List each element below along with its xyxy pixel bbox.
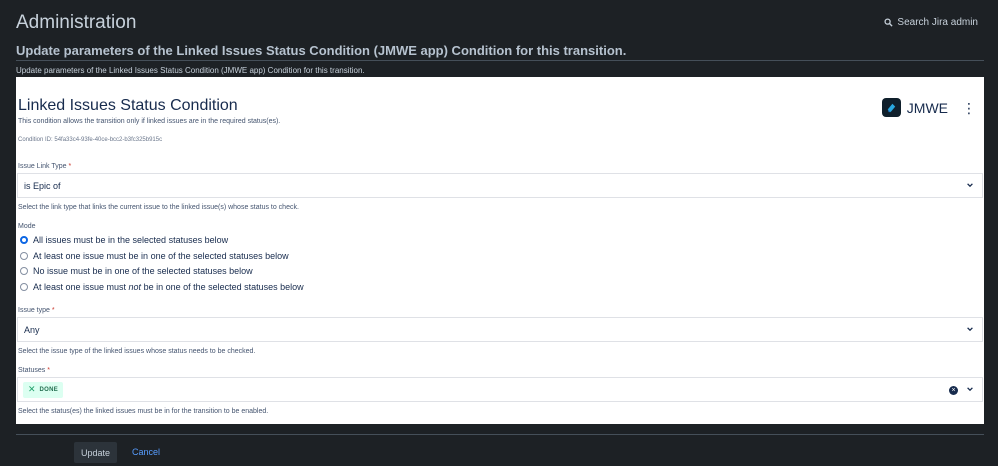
- mode-option-all[interactable]: All issues must be in the selected statu…: [20, 235, 228, 245]
- radio[interactable]: [20, 283, 28, 291]
- divider: [16, 60, 984, 61]
- clear-icon[interactable]: ×: [949, 386, 958, 395]
- issue-link-type-help: Select the link type that links the curr…: [18, 204, 299, 211]
- app-brand: JMWE ⋮: [881, 98, 976, 117]
- update-button[interactable]: Update: [74, 442, 118, 463]
- issue-link-type-value: is Epic of: [24, 180, 61, 191]
- condition-config-panel: Linked Issues Status Condition This cond…: [16, 77, 984, 424]
- mode-label: Mode: [18, 223, 36, 230]
- panel-title: Linked Issues Status Condition: [18, 97, 238, 114]
- radio[interactable]: [20, 252, 28, 260]
- mode-option-at-least-one[interactable]: At least one issue must be in one of the…: [20, 251, 289, 261]
- page-heading: Update parameters of the Linked Issues S…: [16, 43, 627, 58]
- divider: [16, 434, 984, 435]
- required-marker: *: [47, 367, 50, 374]
- issue-link-type-select[interactable]: is Epic of: [17, 173, 983, 198]
- radio-selected[interactable]: [20, 236, 28, 244]
- radio[interactable]: [20, 267, 28, 275]
- issue-type-select[interactable]: Any: [17, 317, 983, 342]
- issue-type-label: Issue type *: [18, 307, 55, 314]
- panel-description: This condition allows the transition onl…: [18, 118, 281, 125]
- mode-option-at-least-one-not[interactable]: At least one issue must not be in one of…: [20, 282, 304, 292]
- issue-type-value: Any: [24, 324, 40, 335]
- page-description: Update parameters of the Linked Issues S…: [16, 66, 365, 75]
- statuses-multiselect[interactable]: ✕ DONE ×: [17, 377, 983, 402]
- cancel-link[interactable]: Cancel: [132, 447, 160, 457]
- issue-link-type-label: Issue Link Type *: [18, 163, 72, 170]
- status-tag-done: ✕ DONE: [23, 381, 64, 398]
- jmwe-logo-icon: [881, 98, 901, 117]
- page-title: Administration: [16, 12, 137, 33]
- more-options-icon[interactable]: ⋮: [962, 101, 976, 115]
- statuses-label: Statuses *: [18, 367, 50, 374]
- required-marker: *: [68, 163, 72, 170]
- chevron-down-icon: [967, 183, 973, 188]
- chevron-down-icon: [967, 327, 973, 332]
- search-icon: [884, 18, 893, 27]
- remove-tag-icon[interactable]: ✕: [28, 384, 36, 395]
- search-label: Search Jira admin: [897, 17, 978, 28]
- brand-name: JMWE: [906, 99, 948, 116]
- mode-option-none[interactable]: No issue must be in one of the selected …: [20, 266, 253, 276]
- statuses-help: Select the status(es) the linked issues …: [18, 408, 269, 415]
- condition-id: Condition ID: 54fa33c4-93fe-40ce-bcc2-b3…: [18, 137, 163, 143]
- required-marker: *: [51, 307, 55, 314]
- issue-type-help: Select the issue type of the linked issu…: [18, 348, 256, 355]
- search-jira-admin-link[interactable]: Search Jira admin: [884, 17, 978, 28]
- chevron-down-icon: [967, 387, 973, 392]
